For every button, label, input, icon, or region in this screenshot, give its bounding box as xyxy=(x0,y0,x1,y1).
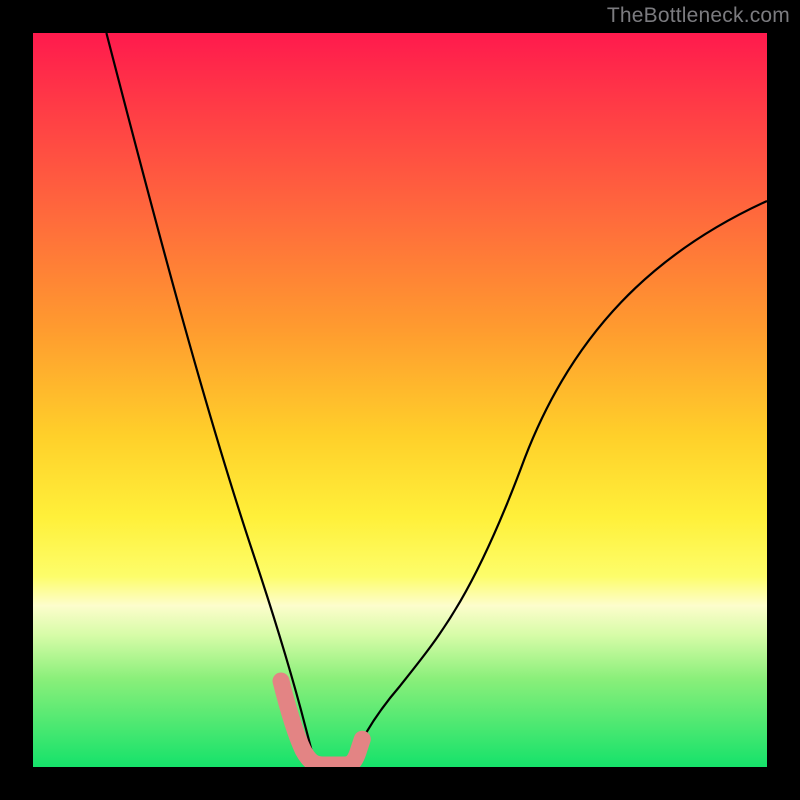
plot-area xyxy=(33,33,767,767)
bottom-marker-path xyxy=(281,681,362,765)
watermark-text: TheBottleneck.com xyxy=(607,4,790,28)
curve-layer xyxy=(33,33,767,767)
chart-frame: TheBottleneck.com xyxy=(0,0,800,800)
left-curve xyxy=(106,33,315,767)
right-curve xyxy=(349,201,767,767)
